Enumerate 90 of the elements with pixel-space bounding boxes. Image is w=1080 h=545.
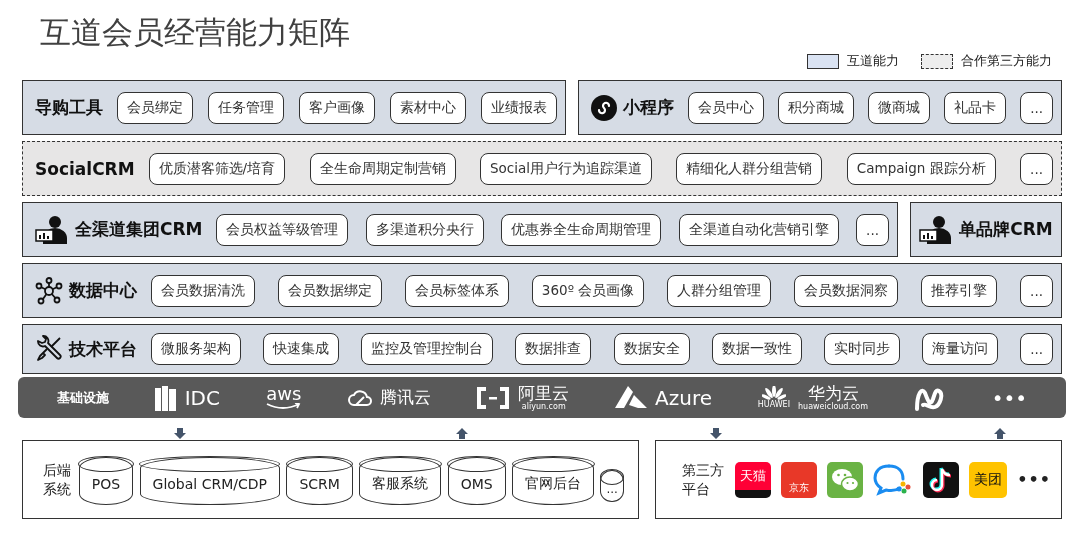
feature-chip: 监控及管理控制台 xyxy=(361,333,494,365)
user-monitor-icon xyxy=(919,214,954,245)
feature-chip: 优惠券全生命周期管理 xyxy=(501,213,662,246)
feature-chip: ... xyxy=(856,213,889,246)
feature-chip: 会员绑定 xyxy=(117,91,193,124)
panel-title: 小程序 xyxy=(623,96,674,119)
down-arrow-icon xyxy=(710,428,722,439)
triangle-logo-icon xyxy=(615,385,648,410)
panel-title: SocialCRM xyxy=(35,158,135,179)
up-arrow-icon xyxy=(456,428,468,439)
up-arrow-icon xyxy=(994,428,1006,439)
feature-chip: 积分商城 xyxy=(778,91,855,124)
database-cylinder: Global CRM/CDP xyxy=(139,456,280,505)
provider-name: 华为云 xyxy=(807,384,859,402)
panel-title: 全渠道集团CRM xyxy=(75,218,203,241)
feature-chip: ... xyxy=(1020,91,1053,124)
feature-chip: 会员数据洞察 xyxy=(794,274,899,307)
feature-chip: ... xyxy=(1020,152,1053,185)
feature-chip: 多渠道积分央行 xyxy=(365,213,484,246)
feature-chip: 数据一致性 xyxy=(711,333,802,365)
feature-chip: 会员权益等级管理 xyxy=(216,213,349,246)
tools-icon xyxy=(35,335,63,363)
provider-name: IDC xyxy=(184,385,220,410)
feature-chip: 业绩报表 xyxy=(481,91,557,124)
feature-chip: 客户画像 xyxy=(299,91,375,124)
feature-chip: 会员数据清洗 xyxy=(151,274,255,307)
feature-chip: 会员标签体系 xyxy=(404,274,509,307)
feature-chip: ... xyxy=(1020,333,1053,365)
music-note-icon xyxy=(923,461,960,498)
feature-chip: Campaign 跟踪分析 xyxy=(846,152,996,185)
panel-title: 导购工具 xyxy=(35,96,103,119)
chat-bubbles-icon xyxy=(827,461,864,498)
feature-chip: 任务管理 xyxy=(208,91,284,124)
feature-chip: 微商城 xyxy=(868,91,931,124)
app-logo: 京东 xyxy=(781,461,818,498)
legend-label: 合作第三方能力 xyxy=(961,52,1052,70)
feature-chip: ... xyxy=(1020,274,1053,307)
legend-label: 互道能力 xyxy=(847,52,899,70)
feature-chip: 会员中心 xyxy=(688,91,764,124)
feature-chip: 礼品卡 xyxy=(944,91,1007,124)
group-label: 第三方平台 xyxy=(682,461,725,498)
cloud-icon xyxy=(347,388,372,407)
provider-name: 腾讯云 xyxy=(379,386,431,409)
panel-title: 单品牌CRM xyxy=(959,218,1053,241)
bracket-logo-icon xyxy=(476,386,511,409)
feature-chip: 优质潜客筛选/培育 xyxy=(148,152,286,185)
feature-chip: 精细化人群分组营销 xyxy=(676,152,823,185)
feature-chip: 360º 会员画像 xyxy=(531,274,645,307)
feature-chip: 数据排查 xyxy=(515,333,592,365)
database-cylinder: SCRM xyxy=(286,456,353,505)
feature-chip: 快速集成 xyxy=(263,333,340,365)
down-arrow-icon xyxy=(174,428,186,439)
more-dots: ••• xyxy=(1017,470,1051,489)
database-cylinder: OMS xyxy=(447,456,506,505)
provider-caption: aliyun.com xyxy=(521,402,566,411)
feature-chip: 素材中心 xyxy=(390,91,466,124)
database-cylinder: 官网后台 xyxy=(512,456,595,505)
legend-swatch xyxy=(807,53,839,69)
provider-name: 阿里云 xyxy=(518,384,570,402)
provider-caption: huaweicloud.com xyxy=(798,402,869,411)
feature-chip: 微服务架构 xyxy=(151,333,241,365)
database-cylinder: POS xyxy=(78,456,134,505)
server-rack-icon xyxy=(154,384,177,411)
more-dots: ••• xyxy=(991,385,1027,410)
panel-title: 技术平台 xyxy=(69,337,137,361)
provider-name: Azure xyxy=(655,385,712,410)
mini-program-icon xyxy=(591,94,617,121)
user-monitor-icon xyxy=(35,214,69,245)
group-label: 后端系统 xyxy=(43,461,72,498)
feature-chip: 全渠道自动化营销引擎 xyxy=(678,213,839,246)
feature-chip: 会员数据绑定 xyxy=(277,274,382,307)
app-logo: 天猫 xyxy=(735,461,772,498)
feature-chip: 全生命周期定制营销 xyxy=(309,152,456,185)
provider-name: aws xyxy=(266,384,302,403)
petals-logo-icon xyxy=(761,386,786,400)
app-logo: 美团 xyxy=(969,461,1008,498)
smile-arrow-icon xyxy=(265,402,302,411)
feature-chip: 数据安全 xyxy=(613,333,690,365)
page-title: 互道会员经营能力矩阵 xyxy=(40,17,350,48)
feature-chip: 推荐引擎 xyxy=(921,274,998,307)
feature-chip: 实时同步 xyxy=(823,333,900,365)
feature-chip: Social用户行为追踪渠道 xyxy=(480,152,652,185)
feature-chip: 海量访问 xyxy=(922,333,998,365)
database-cylinder: 客服系统 xyxy=(359,456,442,505)
feature-chip: 人群分组管理 xyxy=(667,274,772,307)
panel-title: 数据中心 xyxy=(69,279,137,302)
logo-caption: HUAWEI xyxy=(757,401,791,409)
legend-swatch xyxy=(921,53,953,69)
infrastructure-label: 基础设施 xyxy=(56,388,109,407)
network-icon xyxy=(35,276,63,305)
